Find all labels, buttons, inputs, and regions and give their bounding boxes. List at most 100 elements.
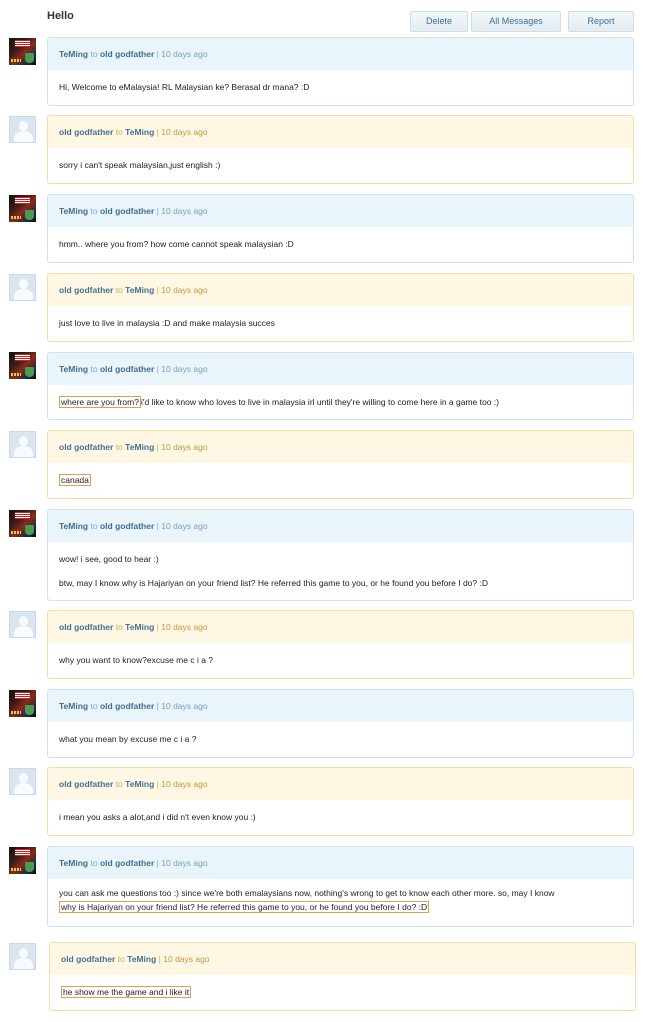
to-label: to — [115, 779, 123, 789]
sender-name-link[interactable]: TeMing — [59, 858, 88, 868]
delete-button[interactable]: Delete — [410, 11, 468, 32]
message-card: TeMing to old godfather | 10 days ago wow… — [47, 509, 634, 601]
rank-icon — [11, 59, 21, 62]
to-label: to — [90, 206, 98, 216]
header-separator: | — [156, 858, 159, 868]
message-line: just love to live in malaysia :D and mak… — [59, 318, 275, 328]
user-silhouette-body — [14, 958, 33, 969]
to-label: to — [115, 285, 123, 295]
shield-icon — [25, 210, 34, 220]
shield-icon — [25, 705, 34, 715]
shield-icon — [25, 525, 34, 535]
sender-name-link[interactable]: old godfather — [59, 442, 113, 452]
recipient-name-link[interactable]: TeMing — [125, 127, 154, 137]
message-timestamp: 10 days ago — [161, 206, 208, 216]
recipient-name-link[interactable]: TeMing — [125, 285, 154, 295]
sender-name-link[interactable]: old godfather — [59, 127, 113, 137]
message-text: hmm.. where you from? how come cannot sp… — [59, 239, 294, 249]
recipient-name-link[interactable]: old godfather — [100, 364, 154, 374]
message-card: old godfather to TeMing | 10 days ago he … — [49, 942, 636, 1011]
user-avatar-default[interactable] — [9, 116, 36, 143]
user-silhouette-body — [14, 289, 33, 300]
message-card: TeMing to old godfather | 10 days ago wha… — [47, 689, 634, 758]
header-separator: | — [156, 442, 159, 452]
user-avatar-default[interactable] — [9, 943, 36, 970]
recipient-name-link[interactable]: TeMing — [125, 779, 154, 789]
user-avatar-photo[interactable] — [9, 38, 36, 65]
user-avatar-photo[interactable] — [9, 195, 36, 222]
message-line: wow! i see, good to hear :) — [59, 554, 159, 564]
rank-icon — [11, 531, 21, 534]
user-avatar-photo[interactable] — [9, 352, 36, 379]
message-timestamp: 10 days ago — [161, 127, 208, 137]
message-line: hmm.. where you from? how come cannot sp… — [59, 239, 294, 249]
message-header: old godfather to TeMing | 10 days ago — [48, 116, 633, 148]
shield-icon — [25, 367, 34, 377]
all-messages-button[interactable]: All Messages — [471, 11, 561, 32]
header-separator: | — [156, 49, 159, 59]
recipient-name-link[interactable]: old godfather — [100, 858, 154, 868]
message-card: old godfather to TeMing | 10 days ago jus… — [47, 273, 634, 342]
to-label: to — [115, 442, 123, 452]
message-timestamp: 10 days ago — [161, 701, 208, 711]
message-card: old godfather to TeMing | 10 days ago why… — [47, 610, 634, 679]
sender-name-link[interactable]: TeMing — [59, 49, 88, 59]
rank-icon — [11, 711, 21, 714]
header-separator: | — [156, 779, 159, 789]
user-avatar-default[interactable] — [9, 611, 36, 638]
message-card: TeMing to old godfather | 10 days ago Hi,… — [47, 37, 634, 106]
message-header: old godfather to TeMing | 10 days ago — [48, 768, 633, 800]
rank-icon — [11, 373, 21, 376]
user-avatar-photo[interactable] — [9, 847, 36, 874]
user-avatar-photo[interactable] — [9, 690, 36, 717]
message-body: just love to live in malaysia :D and mak… — [48, 306, 633, 341]
user-avatar-default[interactable] — [9, 274, 36, 301]
sender-name-link[interactable]: TeMing — [59, 206, 88, 216]
sender-name-link[interactable]: TeMing — [59, 701, 88, 711]
message-timestamp: 10 days ago — [161, 521, 208, 531]
recipient-name-link[interactable]: old godfather — [100, 206, 154, 216]
message-timestamp: 10 days ago — [163, 954, 210, 964]
flag-icon — [15, 40, 30, 47]
user-avatar-default[interactable] — [9, 431, 36, 458]
message-header: old godfather to TeMing | 10 days ago — [48, 431, 633, 463]
user-silhouette-body — [14, 446, 33, 457]
sender-name-link[interactable]: old godfather — [59, 622, 113, 632]
message-timestamp: 10 days ago — [161, 49, 208, 59]
message-line: why is Hajariyan on your friend list? He… — [59, 901, 430, 913]
header-separator: | — [158, 954, 161, 964]
recipient-name-link[interactable]: old godfather — [100, 521, 154, 531]
sender-name-link[interactable]: old godfather — [59, 779, 113, 789]
sender-name-link[interactable]: old godfather — [59, 285, 113, 295]
to-label: to — [90, 521, 98, 531]
user-avatar-photo[interactable] — [9, 510, 36, 537]
user-avatar-default[interactable] — [9, 768, 36, 795]
user-silhouette-icon — [19, 948, 28, 958]
sender-name-link[interactable]: TeMing — [59, 521, 88, 531]
message-timestamp: 10 days ago — [161, 364, 208, 374]
recipient-name-link[interactable]: old godfather — [100, 49, 154, 59]
recipient-name-link[interactable]: TeMing — [127, 954, 156, 964]
shield-icon — [25, 53, 34, 63]
header-separator: | — [156, 701, 159, 711]
message-body: you can ask me questions too :) since we… — [48, 879, 633, 926]
recipient-name-link[interactable]: old godfather — [100, 701, 154, 711]
header-separator: | — [156, 364, 159, 374]
message-text: btw, may I know why is Hajariyan on your… — [59, 578, 488, 588]
recipient-name-link[interactable]: TeMing — [125, 622, 154, 632]
message-line: btw, may I know why is Hajariyan on your… — [59, 578, 488, 588]
sender-name-link[interactable]: old godfather — [61, 954, 115, 964]
message-card: old godfather to TeMing | 10 days ago sor… — [47, 115, 634, 184]
message-body: canada — [48, 463, 633, 498]
message-text: what you mean by excuse me c i a ? — [59, 734, 197, 744]
sender-name-link[interactable]: TeMing — [59, 364, 88, 374]
message-header: TeMing to old godfather | 10 days ago — [48, 510, 633, 542]
message-text: sorry i can't speak malaysian,just engli… — [59, 160, 221, 170]
message-timestamp: 10 days ago — [161, 779, 208, 789]
message-card: old godfather to TeMing | 10 days ago i m… — [47, 767, 634, 836]
recipient-name-link[interactable]: TeMing — [125, 442, 154, 452]
flag-icon — [15, 354, 30, 361]
message-body: hmm.. where you from? how come cannot sp… — [48, 227, 633, 262]
report-button[interactable]: Report — [568, 11, 634, 32]
to-label: to — [115, 127, 123, 137]
